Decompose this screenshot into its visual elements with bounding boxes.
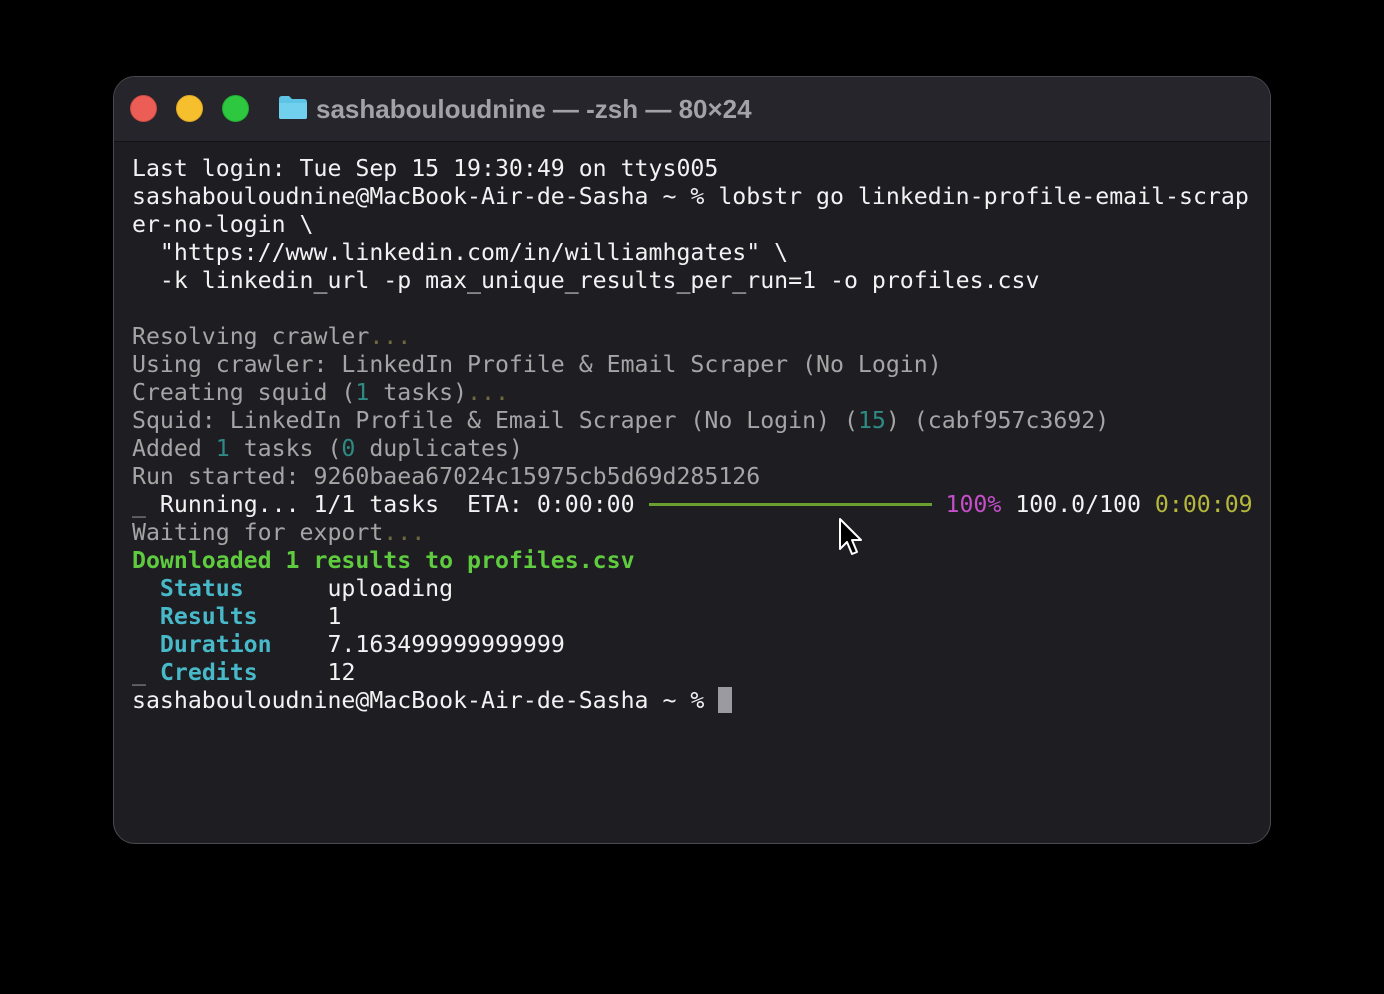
status-row: Status uploading xyxy=(159,575,454,602)
zoom-button[interactable] xyxy=(222,95,249,122)
command-line: -k linkedin_url -p max_unique_results_pe… xyxy=(132,267,1040,294)
command-line: sashabouloudnine@MacBook-Air-de-Sasha ~ … xyxy=(132,183,1249,210)
title-bar[interactable]: sashabouloudnine — -zsh — 80×24 xyxy=(114,77,1270,142)
window-title: sashabouloudnine — -zsh — 80×24 xyxy=(316,94,752,124)
folder-icon xyxy=(279,96,307,119)
elapsed-time: 0:00:09 xyxy=(1154,491,1253,518)
command-line: "https://www.linkedin.com/in/williamhgat… xyxy=(132,239,789,266)
added-tasks-line: Added 1 tasks (0 duplicates) xyxy=(132,435,523,462)
run-started-line: Run started: 9260baea67024c15975cb5d69d2… xyxy=(132,463,761,490)
results-row: Results 1 xyxy=(159,603,342,630)
command-line: er-no-login \ xyxy=(132,211,314,238)
text-cursor xyxy=(718,686,733,713)
progress-percent: 100% xyxy=(945,491,1002,518)
downloaded-line: Downloaded 1 results to profiles.csv xyxy=(132,547,635,574)
prompt-line[interactable]: sashabouloudnine@MacBook-Air-de-Sasha ~ … xyxy=(132,686,1262,715)
terminal-output[interactable]: Last login: Tue Sep 15 19:30:49 on ttys0… xyxy=(132,155,1262,715)
creating-squid-line: Creating squid (1 tasks)... xyxy=(132,379,509,406)
credits-row: _ Credits 12 xyxy=(132,659,356,686)
terminal-window: sashabouloudnine — -zsh — 80×24 Last log… xyxy=(113,76,1271,844)
close-button[interactable] xyxy=(130,95,157,122)
resolving-line: Resolving crawler... xyxy=(132,323,412,350)
progress-count: 100.0/100 xyxy=(1015,491,1141,518)
using-crawler-line: Using crawler: LinkedIn Profile & Email … xyxy=(132,351,942,378)
waiting-line: Waiting for export... xyxy=(132,519,426,546)
mouse-pointer-icon xyxy=(839,518,862,555)
duration-row: Duration 7.163499999999999 xyxy=(159,631,565,658)
squid-line: Squid: LinkedIn Profile & Email Scraper … xyxy=(132,407,1110,434)
minimize-button[interactable] xyxy=(176,95,203,122)
progress-bar xyxy=(648,502,932,506)
last-login-line: Last login: Tue Sep 15 19:30:49 on ttys0… xyxy=(132,155,719,182)
progress-line: _ Running... 1/1 tasks ETA: 0:00:00 100%… xyxy=(132,491,1253,518)
